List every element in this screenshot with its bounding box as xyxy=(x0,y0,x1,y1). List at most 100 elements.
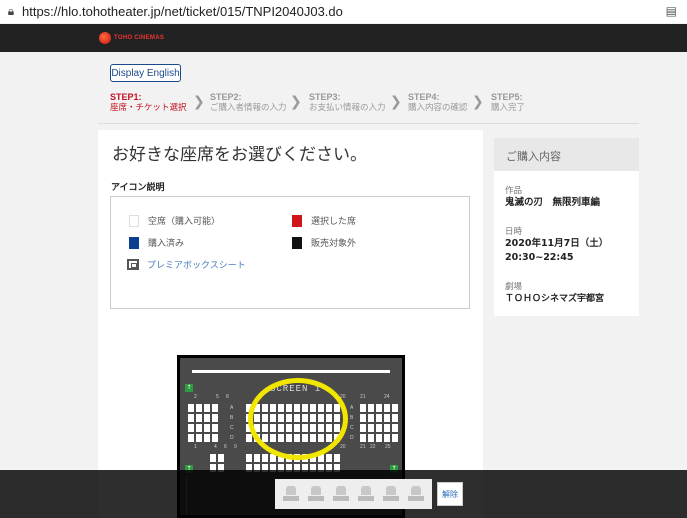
right-seat-block[interactable] xyxy=(360,404,398,442)
exit-icon: ↑ xyxy=(185,384,193,392)
selected-seats-tray xyxy=(275,479,432,509)
column-number: 21 xyxy=(360,444,366,450)
seat[interactable] xyxy=(376,404,382,412)
seat[interactable] xyxy=(384,434,390,442)
theater-name: ＴＯＨＯシネマズ宇都宮 xyxy=(505,294,605,304)
step-number: STEP5: xyxy=(491,92,523,102)
legend-label: 選択した席 xyxy=(311,217,357,227)
step-number: STEP2: xyxy=(210,92,242,102)
seat[interactable] xyxy=(360,424,366,432)
step-label: 購入内容の確認 xyxy=(408,102,468,112)
highlight-circle xyxy=(248,378,348,460)
reader-mode-icon[interactable]: ▤ xyxy=(666,4,677,18)
column-number: 9 xyxy=(234,444,237,450)
address-bar[interactable]: 🔒︎ https://hlo.tohotheater.jp/net/ticket… xyxy=(0,0,687,23)
step-number: STEP1: xyxy=(110,92,142,102)
seat[interactable] xyxy=(368,434,374,442)
row-label: C xyxy=(230,425,234,431)
column-number: 21 xyxy=(360,394,366,400)
seat[interactable] xyxy=(188,424,194,432)
seat[interactable] xyxy=(326,454,332,462)
seat[interactable] xyxy=(262,454,268,462)
legend-na: 販売対象外 xyxy=(292,236,356,249)
seat[interactable] xyxy=(196,434,202,442)
seat[interactable] xyxy=(384,404,390,412)
step-number: STEP3: xyxy=(309,92,341,102)
seat[interactable] xyxy=(196,404,202,412)
seat[interactable] xyxy=(204,434,210,442)
row-label: B xyxy=(350,415,354,421)
seat[interactable] xyxy=(376,424,382,432)
seat[interactable] xyxy=(204,404,210,412)
seat-slot-icon xyxy=(407,486,424,502)
chevron-right-icon: ❯ xyxy=(290,94,302,110)
seat-slot-icon xyxy=(283,486,300,502)
row-label: A xyxy=(350,405,354,411)
row-label: D xyxy=(350,435,354,441)
seat[interactable] xyxy=(254,454,260,462)
seat[interactable] xyxy=(376,414,382,422)
seat[interactable] xyxy=(212,404,218,412)
seat[interactable] xyxy=(210,454,216,462)
seat[interactable] xyxy=(212,414,218,422)
seat[interactable] xyxy=(368,404,374,412)
seat-slot-icon xyxy=(308,486,325,502)
seat[interactable] xyxy=(368,424,374,432)
step-label: 座席・チケット選択 xyxy=(110,102,187,112)
cancel-button[interactable]: 解除 xyxy=(437,482,463,506)
seat[interactable] xyxy=(204,414,210,422)
seat[interactable] xyxy=(360,414,366,422)
step-indicator: STEP1: 座席・チケット選択 ❯ STEP2: ご購入者情報の入力 ❯ ST… xyxy=(110,92,640,114)
step-4: STEP4: 購入内容の確認 xyxy=(408,92,468,112)
movie-title: 鬼滅の刃 無限列車編 xyxy=(505,197,601,208)
seat[interactable] xyxy=(196,424,202,432)
seat[interactable] xyxy=(188,414,194,422)
step-1: STEP1: 座席・チケット選択 xyxy=(110,92,187,112)
seat[interactable] xyxy=(392,414,398,422)
icon-legend: 空席（購入可能） 選択した席 購入済み 販売対象外 プレミアボックスシート xyxy=(110,196,470,309)
column-number: 5 xyxy=(216,394,219,400)
display-english-button[interactable]: Display English xyxy=(110,64,181,82)
seat[interactable] xyxy=(212,434,218,442)
seat[interactable] xyxy=(360,404,366,412)
summary-title: ご購入内容 xyxy=(494,138,639,171)
url-text[interactable]: https://hlo.tohotheater.jp/net/ticket/01… xyxy=(22,4,343,19)
seat-slot-icon xyxy=(382,486,399,502)
step-3: STEP3: お支払い情報の入力 xyxy=(309,92,386,112)
seat[interactable] xyxy=(392,404,398,412)
seat[interactable] xyxy=(384,414,390,422)
seat[interactable] xyxy=(360,434,366,442)
seat[interactable] xyxy=(384,424,390,432)
left-seat-block[interactable] xyxy=(188,404,218,442)
seat[interactable] xyxy=(218,454,224,462)
seat-slot-icon xyxy=(357,486,374,502)
row-label: C xyxy=(350,425,354,431)
seat[interactable] xyxy=(392,424,398,432)
seat[interactable] xyxy=(204,424,210,432)
seat[interactable] xyxy=(212,424,218,432)
seat[interactable] xyxy=(196,414,202,422)
seat[interactable] xyxy=(334,454,340,462)
legend-selected: 選択した席 xyxy=(292,214,356,227)
lock-icon: 🔒︎ xyxy=(7,4,15,18)
seat[interactable] xyxy=(188,434,194,442)
seat[interactable] xyxy=(376,434,382,442)
seat[interactable] xyxy=(246,454,252,462)
chevron-right-icon: ❯ xyxy=(193,94,205,110)
seat[interactable] xyxy=(368,414,374,422)
empty-seat-icon xyxy=(129,214,139,227)
column-number: 24 xyxy=(384,394,390,400)
legend-label: 空席（購入可能） xyxy=(148,217,221,227)
show-time: 20:30~22:45 xyxy=(505,252,574,263)
column-number: 4 xyxy=(214,444,217,450)
show-date: 2020年11月7日（土） xyxy=(505,238,609,249)
legend-label: 購入済み xyxy=(148,239,185,249)
seat[interactable] xyxy=(392,434,398,442)
seat[interactable] xyxy=(188,404,194,412)
purchase-summary: ご購入内容 作品 鬼滅の刃 無限列車編 日時 2020年11月7日（土） 20:… xyxy=(494,138,639,316)
toho-logo[interactable]: TOHO CINEMAS xyxy=(99,32,164,44)
column-number: 2 xyxy=(194,394,197,400)
column-number: 6 xyxy=(224,444,227,450)
step-2: STEP2: ご購入者情報の入力 xyxy=(210,92,287,112)
logo-icon xyxy=(99,32,111,44)
